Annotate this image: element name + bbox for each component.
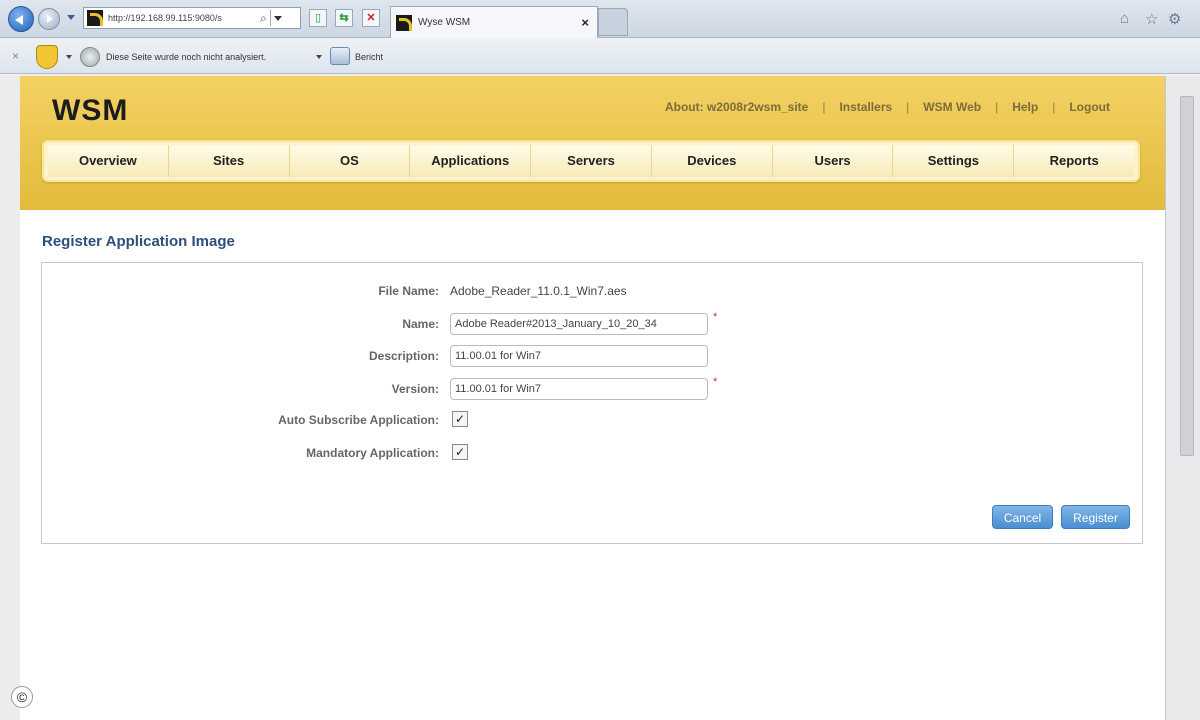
- file-name-value: Adobe_Reader_11.0.1_Win7.aes: [450, 284, 627, 298]
- file-name-row: File Name: Adobe_Reader_11.0.1_Win7.aes: [42, 280, 1144, 302]
- tab-close-icon[interactable]: ×: [581, 15, 589, 30]
- name-label: Name:: [402, 317, 439, 331]
- logout-link[interactable]: Logout: [1069, 100, 1110, 114]
- refresh-icon[interactable]: ⇆: [335, 9, 353, 27]
- security-toolbar: × Diese Seite wurde noch nicht analysier…: [0, 39, 1200, 74]
- wsm-logo: WSM: [52, 94, 129, 127]
- close-icon[interactable]: ×: [12, 49, 19, 63]
- browser-tab[interactable]: Wyse WSM ×: [390, 6, 598, 38]
- menu-item-devices[interactable]: Devices: [651, 145, 773, 177]
- url-text[interactable]: http://192.168.99.115:9080/s: [108, 13, 258, 23]
- about-link[interactable]: About: w2008r2wsm_site: [665, 100, 808, 114]
- report-icon[interactable]: [330, 47, 350, 65]
- address-bar[interactable]: http://192.168.99.115:9080/s ⌕: [83, 7, 301, 29]
- mandatory-row: Mandatory Application: ✓: [42, 442, 1144, 464]
- file-name-label: File Name:: [378, 284, 439, 298]
- main-menu: Overview Sites OS Applications Servers D…: [42, 140, 1140, 182]
- help-link[interactable]: Help: [1012, 100, 1038, 114]
- cancel-button[interactable]: Cancel: [992, 505, 1053, 529]
- browser-toolbar: http://192.168.99.115:9080/s ⌕ ▯ ⇆ ✕ Wys…: [0, 0, 1200, 38]
- analysis-status-text: Diese Seite wurde noch nicht analysiert.: [106, 52, 267, 62]
- menu-item-settings[interactable]: Settings: [893, 145, 1015, 177]
- analysis-dropdown-icon[interactable]: [316, 55, 322, 59]
- auto-subscribe-label: Auto Subscribe Application:: [278, 413, 439, 427]
- report-link[interactable]: Bericht: [355, 52, 383, 62]
- site-favicon-icon: [87, 10, 103, 26]
- wsm-web-link[interactable]: WSM Web: [923, 100, 981, 114]
- favorites-star-icon[interactable]: ☆: [1145, 10, 1158, 28]
- name-input[interactable]: [450, 313, 708, 335]
- shield-icon[interactable]: [36, 45, 58, 69]
- menu-item-servers[interactable]: Servers: [531, 145, 652, 177]
- tab-favicon-icon: [396, 14, 412, 31]
- description-input[interactable]: [450, 345, 708, 367]
- menu-item-applications[interactable]: Applications: [410, 145, 532, 177]
- register-button[interactable]: Register: [1061, 505, 1130, 529]
- separator: |: [995, 100, 999, 114]
- description-label: Description:: [368, 349, 439, 363]
- separator: |: [822, 100, 826, 114]
- new-tab-button[interactable]: [598, 8, 628, 36]
- analysis-status-icon: [80, 47, 100, 67]
- separator: |: [906, 100, 910, 114]
- menu-item-reports[interactable]: Reports: [1014, 145, 1135, 177]
- compatibility-view-icon[interactable]: ▯: [309, 9, 327, 27]
- separator: |: [1052, 100, 1056, 114]
- auto-subscribe-row: Auto Subscribe Application: ✓: [42, 409, 1144, 431]
- menu-item-overview[interactable]: Overview: [48, 145, 169, 177]
- scrollbar-thumb[interactable]: [1180, 96, 1194, 456]
- home-icon[interactable]: ⌂: [1120, 10, 1129, 27]
- menu-item-sites[interactable]: Sites: [168, 145, 290, 177]
- stop-icon[interactable]: ✕: [362, 9, 380, 27]
- installers-link[interactable]: Installers: [839, 100, 892, 114]
- version-row: Version: *: [42, 376, 1144, 400]
- page-title: Register Application Image: [42, 233, 235, 250]
- mandatory-label: Mandatory Application:: [306, 446, 439, 460]
- mandatory-checkbox[interactable]: ✓: [452, 444, 468, 460]
- name-row: Name: *: [42, 311, 1144, 335]
- address-dropdown-icon[interactable]: [269, 10, 284, 26]
- menu-item-os[interactable]: OS: [289, 145, 411, 177]
- tab-title: Wyse WSM: [418, 17, 471, 28]
- forward-arrow-icon[interactable]: [38, 8, 60, 30]
- version-label: Version:: [391, 382, 439, 396]
- shield-dropdown-icon[interactable]: [66, 55, 72, 59]
- app-header: WSM About: w2008r2wsm_site | Installers …: [20, 76, 1165, 210]
- description-row: Description:: [42, 345, 1144, 367]
- menu-item-users[interactable]: Users: [772, 145, 894, 177]
- back-arrow-icon[interactable]: [8, 6, 34, 32]
- auto-subscribe-checkbox[interactable]: ✓: [452, 411, 468, 427]
- top-links: About: w2008r2wsm_site | Installers | WS…: [665, 100, 1110, 114]
- copyright-icon: ©: [11, 686, 33, 708]
- register-form: File Name: Adobe_Reader_11.0.1_Win7.aes …: [41, 262, 1143, 544]
- version-input[interactable]: [450, 378, 708, 400]
- page-left-gutter: [0, 76, 20, 720]
- search-icon[interactable]: ⌕: [260, 11, 267, 26]
- page-viewport: WSM About: w2008r2wsm_site | Installers …: [20, 76, 1165, 720]
- required-marker: *: [713, 311, 718, 323]
- required-marker: *: [713, 376, 718, 388]
- history-dropdown-icon[interactable]: [67, 15, 75, 20]
- gear-icon[interactable]: ⚙: [1168, 10, 1181, 28]
